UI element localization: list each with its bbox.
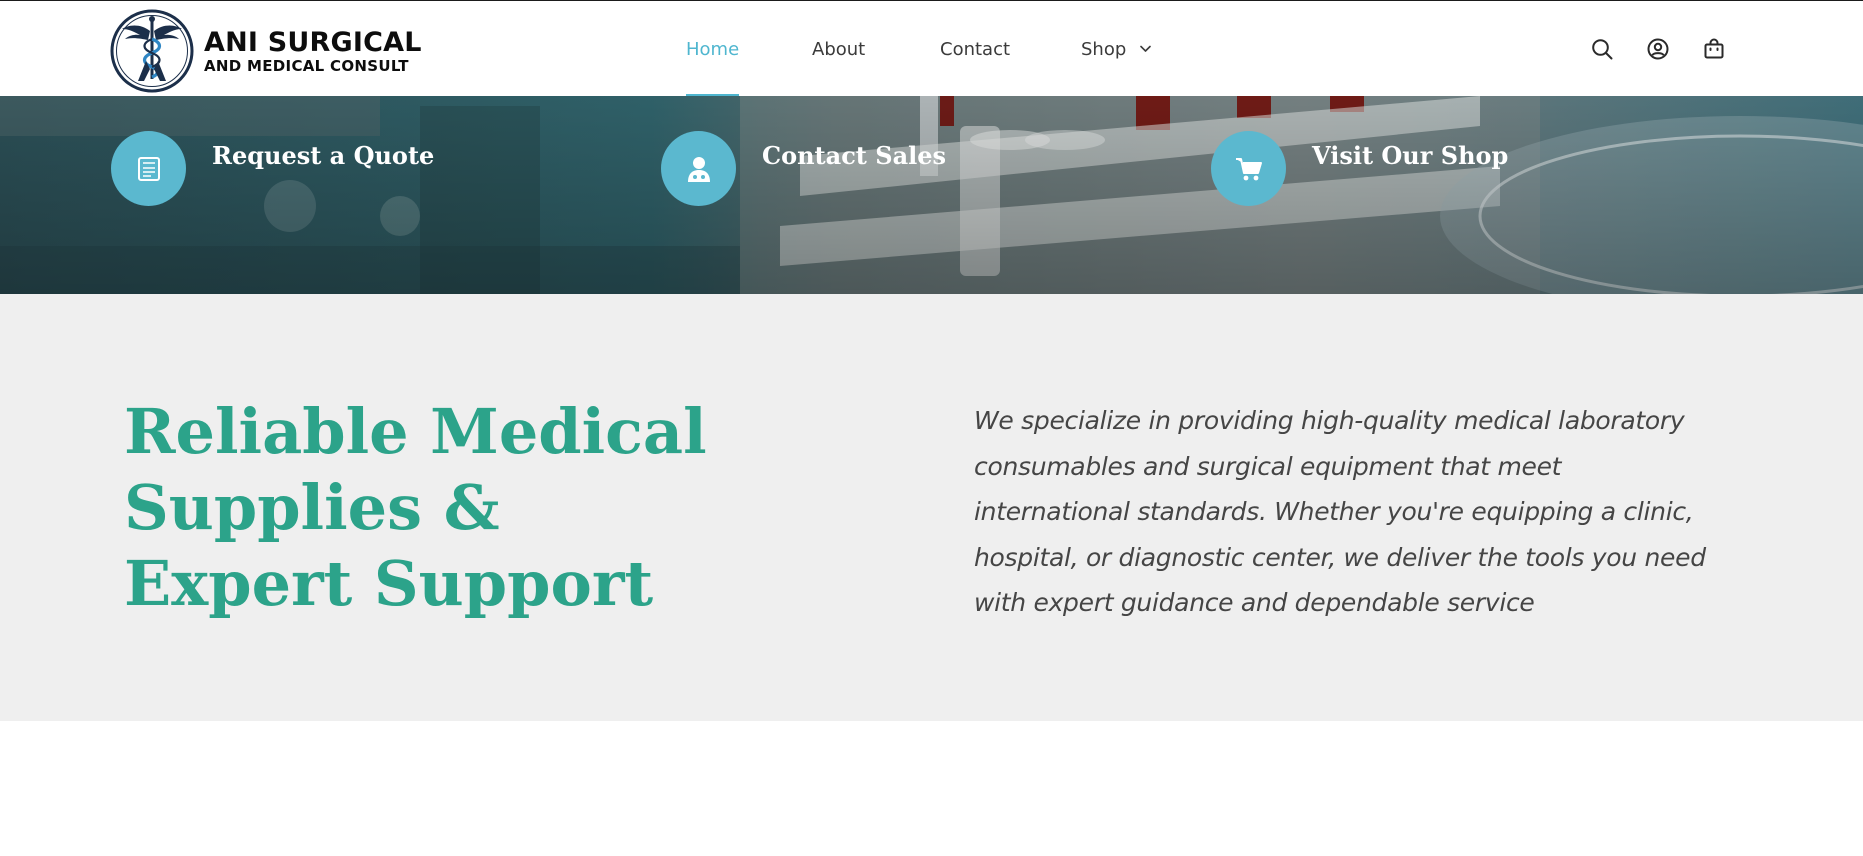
nav-contact[interactable]: Contact: [940, 1, 1010, 97]
nav-home[interactable]: Home: [686, 1, 740, 97]
brand-tagline: AND MEDICAL CONSULT: [204, 56, 409, 75]
contact-sales-link[interactable]: Contact Sales: [661, 131, 946, 206]
chevron-down-icon: [1140, 45, 1152, 53]
quick-actions-band: Request a Quote Contact Sales Visit Our …: [0, 96, 1863, 294]
visit-shop-label: Visit Our Shop: [1312, 141, 1509, 170]
intro-heading: Reliable Medical Supplies & Expert Suppo…: [124, 395, 707, 620]
cart-bag-icon[interactable]: [1703, 38, 1725, 60]
intro-description: We specialize in providing high-quality …: [974, 406, 1706, 617]
search-icon[interactable]: [1591, 38, 1613, 60]
contact-sales-label: Contact Sales: [762, 141, 947, 170]
account-icon[interactable]: [1647, 38, 1669, 60]
quote-form-icon: [111, 131, 186, 206]
site-logo[interactable]: ANI SURGICAL AND MEDICAL CONSULT: [110, 9, 422, 93]
request-quote-link[interactable]: Request a Quote: [111, 131, 434, 206]
site-header: ANI SURGICAL AND MEDICAL CONSULT Home Ab…: [0, 0, 1863, 97]
nav-shop-label: Shop: [1081, 38, 1127, 60]
visit-shop-link[interactable]: Visit Our Shop: [1211, 131, 1508, 206]
shopping-cart-icon: [1211, 131, 1286, 206]
sales-agent-icon: [661, 131, 736, 206]
brand-name: ANI SURGICAL: [204, 26, 422, 58]
nav-about[interactable]: About: [812, 1, 865, 97]
intro-section: Reliable Medical Supplies & Expert Suppo…: [0, 294, 1863, 721]
request-quote-label: Request a Quote: [212, 141, 435, 170]
nav-shop[interactable]: Shop: [1081, 1, 1152, 97]
caduceus-logo-icon: [110, 9, 194, 93]
